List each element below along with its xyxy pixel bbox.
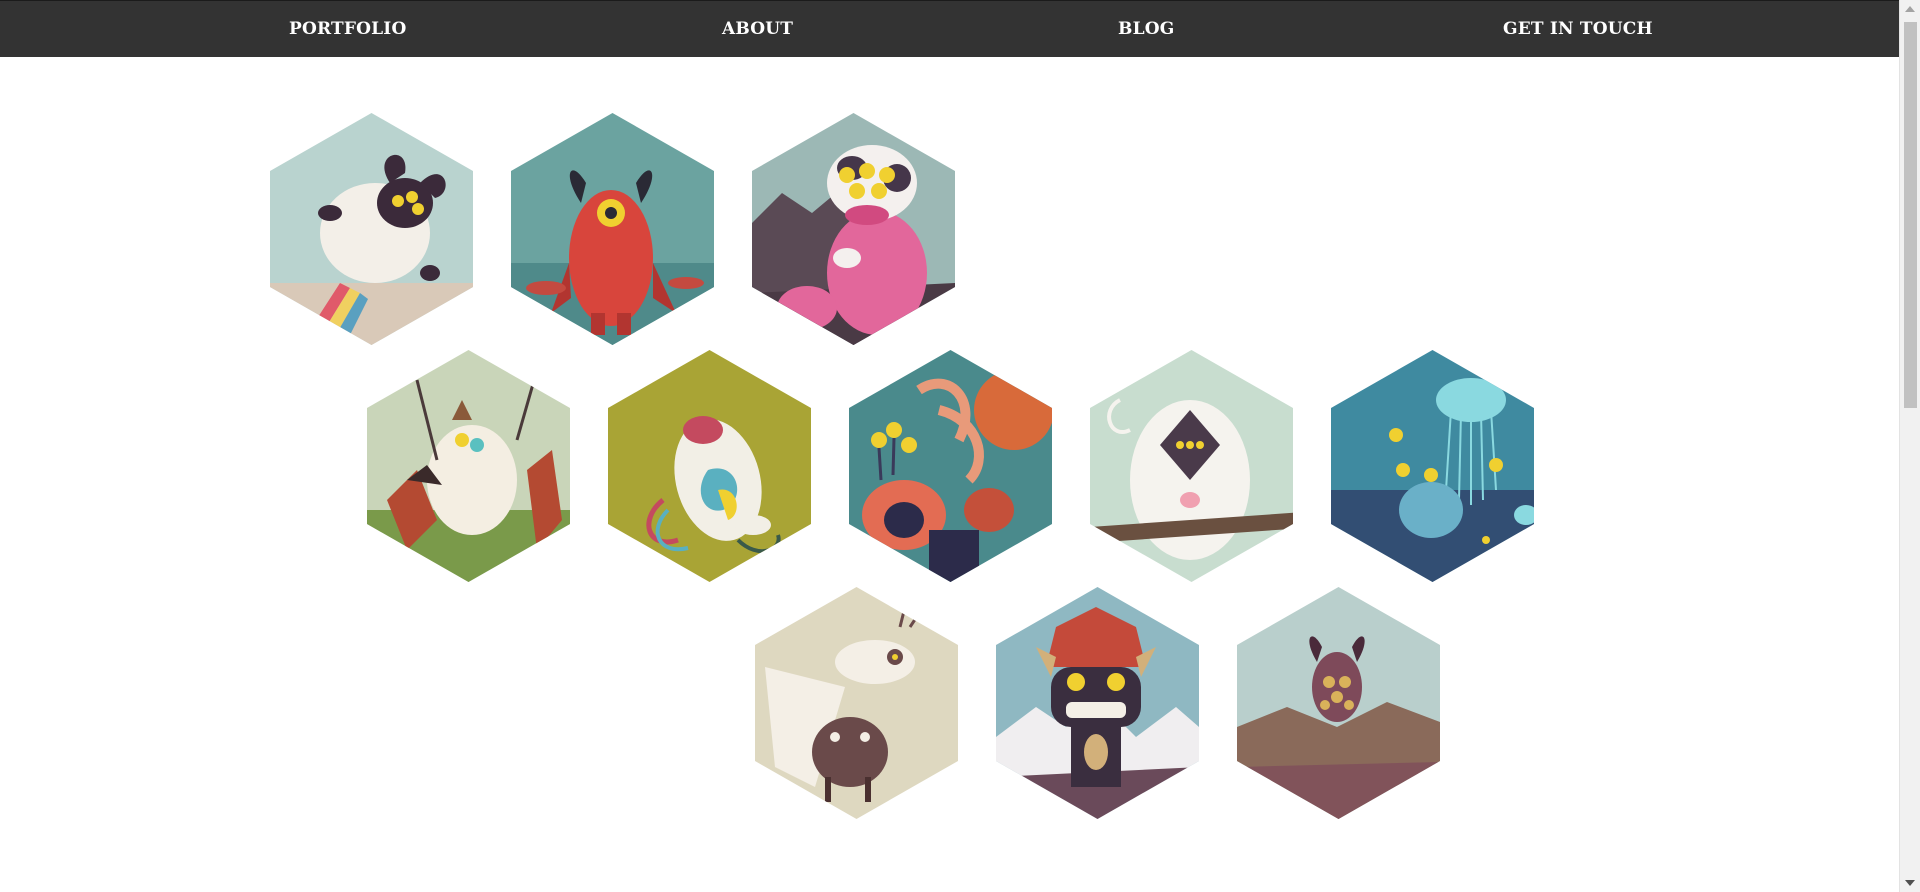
nav-link-portfolio[interactable]: PORTFOLIO xyxy=(289,18,406,40)
red-cyclops-illustration xyxy=(511,113,714,345)
horned-monster-illustration xyxy=(1237,587,1440,819)
nav-link-get-in-touch[interactable]: GET IN TOUCH xyxy=(1503,18,1653,40)
scrollbar-thumb[interactable] xyxy=(1904,22,1917,408)
sheep-monster-illustration xyxy=(270,113,473,345)
gallery-item-horned-monster-hill[interactable] xyxy=(1237,587,1440,819)
gallery-item-fish-creature[interactable] xyxy=(608,350,811,582)
scroll-up-arrow-icon[interactable] xyxy=(1905,6,1915,12)
nav-link-about[interactable]: ABOUT xyxy=(722,18,793,40)
scroll-down-arrow-icon[interactable] xyxy=(1905,880,1915,886)
nav-link-blog[interactable]: BLOG xyxy=(1118,18,1174,40)
gallery-item-white-creature-battle[interactable] xyxy=(367,350,570,582)
gallery-item-jellyfish[interactable] xyxy=(1331,350,1534,582)
bird-monster-illustration xyxy=(755,587,958,819)
yeti-illustration xyxy=(1090,350,1293,582)
vertical-scrollbar[interactable] xyxy=(1899,0,1920,892)
gallery-item-yeti-on-branch[interactable] xyxy=(1090,350,1293,582)
jellyfish-illustration xyxy=(1331,350,1534,582)
gallery-item-octopus-monsters[interactable] xyxy=(849,350,1052,582)
gallery-item-red-cyclops-monster[interactable] xyxy=(511,113,714,345)
octopus-illustration xyxy=(849,350,1052,582)
tribal-mask-illustration xyxy=(996,587,1199,819)
pink-cow-illustration xyxy=(752,113,955,345)
gallery-item-pink-cow-monster[interactable] xyxy=(752,113,955,345)
fish-creature-illustration xyxy=(608,350,811,582)
gallery-item-tribal-mask-monster[interactable] xyxy=(996,587,1199,819)
gallery-item-sheep-monster[interactable] xyxy=(270,113,473,345)
white-creature-illustration xyxy=(367,350,570,582)
gallery-item-bird-monster[interactable] xyxy=(755,587,958,819)
top-navigation-bar: PORTFOLIO ABOUT BLOG GET IN TOUCH xyxy=(0,0,1899,57)
